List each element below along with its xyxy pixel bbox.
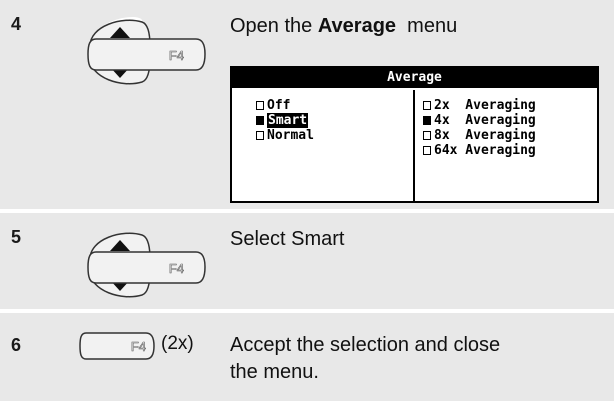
checkbox-checked-icon: [423, 116, 431, 125]
checkbox-icon: [423, 101, 431, 110]
menu-option-smart[interactable]: Smart: [256, 113, 314, 128]
menu-title: Average: [232, 68, 597, 88]
menu-option-normal[interactable]: Normal: [256, 128, 314, 143]
step-4-row: 4 F4 Open the Average menu Average Off S…: [0, 0, 614, 209]
f4-key[interactable]: F4: [86, 250, 207, 285]
step-number: 4: [11, 14, 22, 34]
average-menu: Average Off Smart Normal 2x Averaging 4x…: [230, 66, 599, 203]
f4-key-label: F4: [169, 261, 184, 276]
step-6-row: 6 F4 (2x) Accept the selection and close…: [0, 313, 614, 401]
checkbox-icon: [256, 131, 264, 140]
f4-key[interactable]: F4: [78, 331, 156, 361]
menu-name: Average: [317, 15, 397, 37]
menu-option-64x[interactable]: 64x Averaging: [423, 143, 536, 158]
f4-key-label: F4: [169, 48, 184, 63]
step-number: 6: [11, 335, 22, 355]
average-mode-options: Off Smart Normal: [256, 98, 314, 143]
step-number: 5: [11, 227, 22, 247]
menu-option-2x[interactable]: 2x Averaging: [423, 98, 536, 113]
step-4-instruction: Open the Average menu: [230, 15, 458, 37]
menu-option-off[interactable]: Off: [256, 98, 314, 113]
f4-key[interactable]: F4: [86, 37, 207, 72]
averaging-count-options: 2x Averaging 4x Averaging 8x Averaging 6…: [413, 90, 536, 201]
f4-key-label: F4: [131, 339, 146, 354]
step-5-instruction: Select Smart: [230, 228, 345, 250]
checkbox-icon: [423, 131, 431, 140]
step-5-row: 5 F4 Select Smart: [0, 213, 614, 309]
checkbox-checked-icon: [256, 116, 264, 125]
checkbox-icon: [423, 146, 431, 155]
menu-option-8x[interactable]: 8x Averaging: [423, 128, 536, 143]
press-count: (2x): [161, 333, 194, 354]
step-6-instruction: Accept the selection and close the menu.: [230, 334, 501, 383]
checkbox-icon: [256, 101, 264, 110]
menu-option-4x[interactable]: 4x Averaging: [423, 113, 536, 128]
